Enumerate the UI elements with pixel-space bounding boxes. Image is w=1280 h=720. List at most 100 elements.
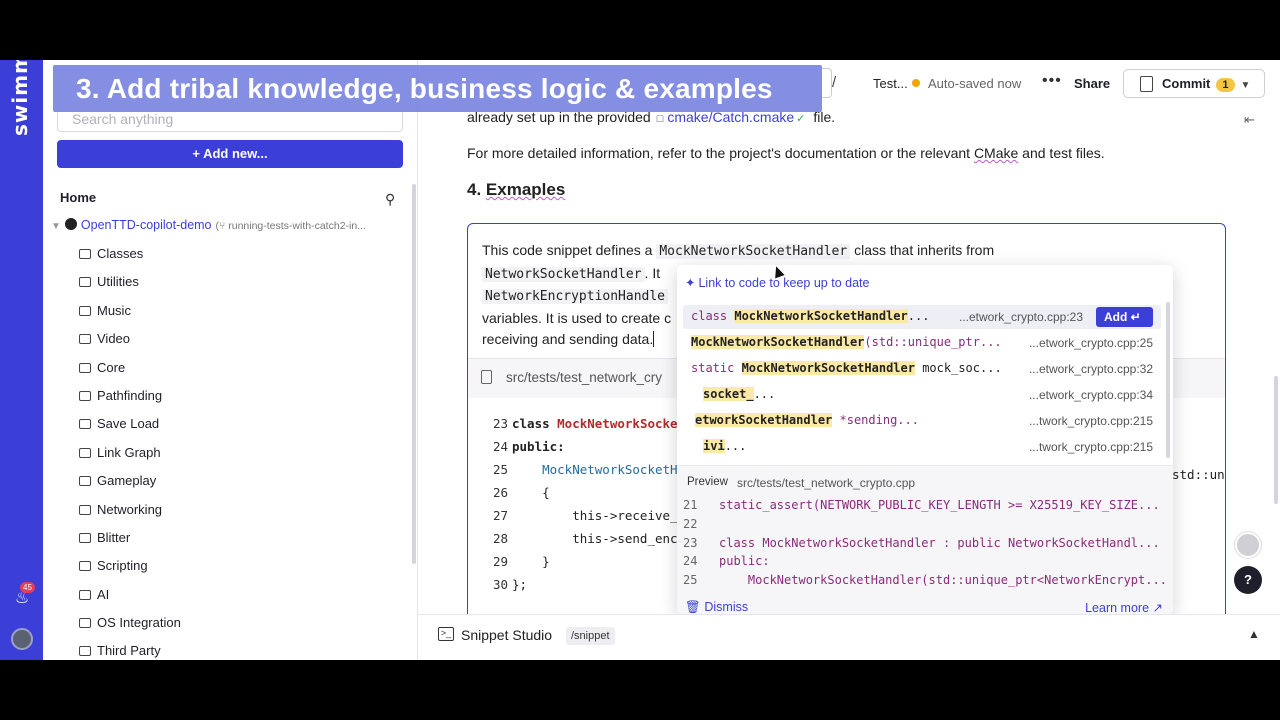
suggestion-item[interactable]: static MockNetworkSocketHandler mock_soc… <box>683 357 1161 381</box>
suggestion-item[interactable]: etworkSocketHandler *sending... ...twork… <box>683 409 1161 433</box>
suggestion-item[interactable]: ivi... ...twork_crypto.cpp:215 <box>683 435 1161 459</box>
folder-icon <box>79 646 91 657</box>
commit-count-badge: 1 <box>1216 78 1235 92</box>
chevron-down-icon[interactable]: ▼ <box>51 221 61 232</box>
sidebar-item-utilities[interactable]: Utilities <box>79 268 181 296</box>
breadcrumb[interactable]: Test... <box>873 76 908 91</box>
folder-icon <box>79 390 91 401</box>
code-line: public: <box>512 439 565 454</box>
preview-path: src/tests/test_network_crypto.cpp <box>737 476 916 490</box>
code-preview: Preview src/tests/test_network_crypto.cp… <box>677 465 1173 615</box>
add-new-button[interactable]: + Add new... <box>57 140 403 168</box>
sidebar-item-scripting[interactable]: Scripting <box>79 552 181 580</box>
sidebar-item-video[interactable]: Video <box>79 325 181 353</box>
main-scrollbar[interactable] <box>1274 376 1278 504</box>
breadcrumb-frame <box>822 68 832 98</box>
sidebar-item-networking[interactable]: Networking <box>79 496 181 524</box>
trash-icon: 🗑 <box>685 600 701 614</box>
preview-label: Preview <box>687 476 728 488</box>
code-line: MockNetworkSocketH <box>512 462 678 477</box>
folder-icon <box>79 419 91 430</box>
app-window: swimm ♨ 45 Search anything + Add new... … <box>0 60 1280 660</box>
slash-command-badge: /snippet <box>566 627 615 645</box>
github-icon <box>64 218 77 230</box>
code-overflow-text: std::uni <box>1172 467 1225 482</box>
sidebar-item-pathfinding[interactable]: Pathfinding <box>79 382 181 410</box>
folder-icon <box>79 532 91 543</box>
sidebar-scrollbar[interactable] <box>412 184 416 564</box>
doc-paragraph: For more detailed information, refer to … <box>467 145 1105 161</box>
popup-scrollbar[interactable] <box>1166 302 1170 458</box>
folder-icon <box>79 447 91 458</box>
repo-branch: (⑂ running-tests-with-catch2-in... <box>215 220 366 232</box>
sidebar-item-third-party[interactable]: Third Party <box>79 637 181 660</box>
sidebar-item-gameplay[interactable]: Gameplay <box>79 467 181 495</box>
folder-icon <box>79 277 91 288</box>
repo-name: OpenTTD-copilot-demo <box>80 218 212 232</box>
sparkle-icon: ✦ <box>685 276 696 290</box>
commit-icon <box>1140 76 1153 92</box>
user-avatar[interactable] <box>11 628 33 650</box>
inline-code: NetworkEncryptionHandle <box>482 289 669 304</box>
unsaved-dot-icon <box>912 79 920 87</box>
folder-icon <box>79 249 91 259</box>
sidebar-item-os-integration[interactable]: OS Integration <box>79 609 181 637</box>
folder-icon <box>79 618 91 629</box>
folder-list: Classes Utilities Music Video Core Pathf… <box>79 240 181 660</box>
more-options-icon[interactable]: ••• <box>1042 72 1062 90</box>
search-icon[interactable]: ⚲ <box>385 191 395 208</box>
suggestion-item[interactable]: MockNetworkSocketHandler(std::unique_ptr… <box>683 331 1161 355</box>
sidebar: Search anything + Add new... Home ⚲ ▼ Ope… <box>43 60 418 660</box>
folder-icon <box>79 561 91 572</box>
sidebar-item-link-graph[interactable]: Link Graph <box>79 439 181 467</box>
suggestion-item[interactable]: socket_... ...etwork_crypto.cpp:34 <box>683 383 1161 407</box>
autosave-status: Auto-saved now <box>928 76 1022 91</box>
suggestion-item[interactable]: class MockNetworkSocketHandler... ...etw… <box>683 305 1161 329</box>
inline-code: MockNetworkSocketHandler <box>656 244 851 259</box>
folder-icon <box>79 305 91 316</box>
code-line: this->send_enc <box>512 531 678 546</box>
chevron-up-icon[interactable]: ▲ <box>1248 627 1260 641</box>
folder-icon <box>79 362 91 373</box>
dismiss-button[interactable]: 🗑 Dismiss <box>685 600 748 615</box>
left-rail: swimm ♨ 45 <box>0 60 43 660</box>
help-button[interactable]: ? <box>1234 566 1262 594</box>
folder-icon <box>79 589 91 600</box>
breadcrumb-separator: / <box>832 74 837 91</box>
code-line: { <box>512 485 550 500</box>
add-button[interactable]: Add ↵ <box>1096 307 1153 327</box>
learn-more-link[interactable]: Learn more ↗ <box>1085 600 1163 615</box>
code-line: } <box>512 554 550 569</box>
collapse-panel-icon[interactable]: ⇤ <box>1244 112 1255 128</box>
inline-code: NetworkSocketHandler <box>482 266 645 282</box>
code-line: class MockNetworkSocke <box>512 416 678 431</box>
sidebar-item-classes[interactable]: Classes <box>79 240 181 268</box>
repo-item[interactable]: ▼ OpenTTD-copilot-demo (⑂ running-tests-wi… <box>51 218 401 232</box>
terminal-icon: >_ <box>438 627 454 641</box>
check-icon: ✓ <box>796 113 806 125</box>
folder-icon <box>79 334 91 345</box>
sidebar-item-ai[interactable]: AI <box>79 581 181 609</box>
sidebar-item-music[interactable]: Music <box>79 297 181 325</box>
sidebar-item-save-load[interactable]: Save Load <box>79 410 181 438</box>
chevron-down-icon[interactable]: ▼ <box>1241 80 1251 91</box>
code-line: this->receive_ <box>512 508 678 523</box>
link-to-code-popup: ✦ Link to code to keep up to date class M… <box>677 265 1173 615</box>
tutorial-caption: 3. Add tribal knowledge, business logic … <box>53 65 822 112</box>
sidebar-item-blitter[interactable]: Blitter <box>79 524 181 552</box>
file-icon <box>481 370 492 384</box>
commit-button[interactable]: Commit 1 ▼ <box>1123 69 1265 98</box>
folder-icon <box>79 476 91 487</box>
section-heading: 4. Exmaples <box>467 180 566 199</box>
assistant-avatar[interactable] <box>1235 532 1261 558</box>
snippet-studio-bar[interactable]: >_ Snippet Studio /snippet ▲ <box>418 614 1280 660</box>
code-line: }; <box>512 577 528 592</box>
sidebar-item-core[interactable]: Core <box>79 354 181 382</box>
folder-icon <box>79 504 91 515</box>
share-button[interactable]: Share <box>1074 76 1110 91</box>
external-link-icon: ↗ <box>1152 601 1163 615</box>
swimm-logo[interactable]: swimm <box>8 60 36 136</box>
snippet-studio-title: Snippet Studio <box>461 627 553 643</box>
notification-count-badge: 45 <box>20 582 35 593</box>
sidebar-home[interactable]: Home <box>60 190 96 205</box>
